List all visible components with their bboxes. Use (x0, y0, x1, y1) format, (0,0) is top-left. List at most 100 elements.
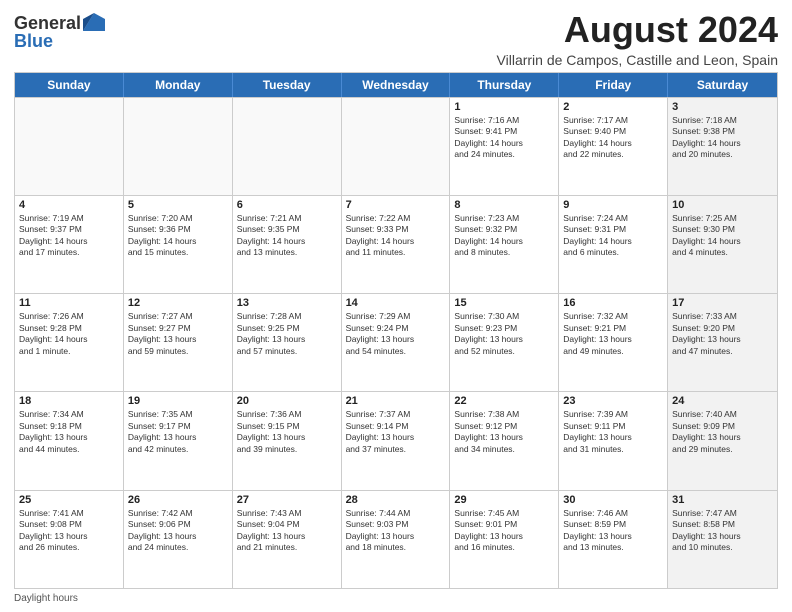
day-number: 24 (672, 395, 773, 407)
cell-info: Sunrise: 7:34 AM Sunset: 9:18 PM Dayligh… (19, 409, 119, 455)
calendar-cell: 29 Sunrise: 7:45 AM Sunset: 9:01 PM Dayli… (450, 491, 559, 588)
calendar-cell: 24 Sunrise: 7:40 AM Sunset: 9:09 PM Dayli… (668, 392, 777, 489)
day-number: 25 (19, 494, 119, 506)
day-number: 28 (346, 494, 446, 506)
calendar-cell: 18 Sunrise: 7:34 AM Sunset: 9:18 PM Dayli… (15, 392, 124, 489)
logo-area: General Blue (14, 10, 105, 52)
cell-info: Sunrise: 7:20 AM Sunset: 9:36 PM Dayligh… (128, 213, 228, 259)
calendar-cell: 23 Sunrise: 7:39 AM Sunset: 9:11 PM Dayli… (559, 392, 668, 489)
day-number: 9 (563, 199, 663, 211)
calendar-cell (342, 98, 451, 195)
header-day-thursday: Thursday (450, 73, 559, 97)
cell-info: Sunrise: 7:41 AM Sunset: 9:08 PM Dayligh… (19, 508, 119, 554)
day-number: 19 (128, 395, 228, 407)
cell-info: Sunrise: 7:35 AM Sunset: 9:17 PM Dayligh… (128, 409, 228, 455)
calendar-cell: 7 Sunrise: 7:22 AM Sunset: 9:33 PM Daylig… (342, 196, 451, 293)
cell-info: Sunrise: 7:18 AM Sunset: 9:38 PM Dayligh… (672, 115, 773, 161)
cell-info: Sunrise: 7:37 AM Sunset: 9:14 PM Dayligh… (346, 409, 446, 455)
day-number: 1 (454, 101, 554, 113)
calendar-cell: 13Sunrise: 7:28 AM Sunset: 9:25 PM Dayli… (233, 294, 342, 391)
calendar-cell (233, 98, 342, 195)
calendar-cell: 31 Sunrise: 7:47 AM Sunset: 8:58 PM Dayli… (668, 491, 777, 588)
day-number: 12 (128, 297, 228, 309)
day-number: 30 (563, 494, 663, 506)
calendar-cell: 4 Sunrise: 7:19 AM Sunset: 9:37 PM Daylig… (15, 196, 124, 293)
day-number: 26 (128, 494, 228, 506)
cell-info: Sunrise: 7:30 AM Sunset: 9:23 PM Dayligh… (454, 311, 554, 357)
day-number: 18 (19, 395, 119, 407)
header-day-monday: Monday (124, 73, 233, 97)
calendar-week-1: 1 Sunrise: 7:16 AM Sunset: 9:41 PM Daylig… (15, 97, 777, 195)
header-day-wednesday: Wednesday (342, 73, 451, 97)
cell-info: Sunrise: 7:19 AM Sunset: 9:37 PM Dayligh… (19, 213, 119, 259)
day-number: 29 (454, 494, 554, 506)
cell-info: Sunrise: 7:22 AM Sunset: 9:33 PM Dayligh… (346, 213, 446, 259)
calendar-cell: 5 Sunrise: 7:20 AM Sunset: 9:36 PM Daylig… (124, 196, 233, 293)
logo-blue-text: Blue (14, 32, 53, 52)
month-title: August 2024 (497, 10, 778, 50)
calendar-cell: 21 Sunrise: 7:37 AM Sunset: 9:14 PM Dayli… (342, 392, 451, 489)
logo-text: General (14, 14, 105, 32)
cell-info: Sunrise: 7:16 AM Sunset: 9:41 PM Dayligh… (454, 115, 554, 161)
cell-info: Sunrise: 7:33 AM Sunset: 9:20 PM Dayligh… (672, 311, 773, 357)
calendar-cell: 12Sunrise: 7:27 AM Sunset: 9:27 PM Dayli… (124, 294, 233, 391)
cell-info: Sunrise: 7:43 AM Sunset: 9:04 PM Dayligh… (237, 508, 337, 554)
cell-info: Sunrise: 7:24 AM Sunset: 9:31 PM Dayligh… (563, 213, 663, 259)
calendar-cell: 11 Sunrise: 7:26 AM Sunset: 9:28 PM Dayli… (15, 294, 124, 391)
calendar-cell: 3 Sunrise: 7:18 AM Sunset: 9:38 PM Daylig… (668, 98, 777, 195)
cell-info: Sunrise: 7:29 AM Sunset: 9:24 PM Dayligh… (346, 311, 446, 357)
day-number: 10 (672, 199, 773, 211)
cell-info: Sunrise: 7:40 AM Sunset: 9:09 PM Dayligh… (672, 409, 773, 455)
cell-info: Sunrise: 7:32 AM Sunset: 9:21 PM Dayligh… (563, 311, 663, 357)
calendar-cell: 6Sunrise: 7:21 AM Sunset: 9:35 PM Daylig… (233, 196, 342, 293)
day-number: 20 (237, 395, 337, 407)
cell-info: Sunrise: 7:26 AM Sunset: 9:28 PM Dayligh… (19, 311, 119, 357)
day-number: 7 (346, 199, 446, 211)
cell-info: Sunrise: 7:42 AM Sunset: 9:06 PM Dayligh… (128, 508, 228, 554)
day-number: 21 (346, 395, 446, 407)
header-day-friday: Friday (559, 73, 668, 97)
cell-info: Sunrise: 7:44 AM Sunset: 9:03 PM Dayligh… (346, 508, 446, 554)
day-number: 22 (454, 395, 554, 407)
day-number: 15 (454, 297, 554, 309)
day-number: 6 (237, 199, 337, 211)
calendar: SundayMondayTuesdayWednesdayThursdayFrid… (14, 72, 778, 589)
header-day-saturday: Saturday (668, 73, 777, 97)
day-number: 16 (563, 297, 663, 309)
calendar-week-2: 4 Sunrise: 7:19 AM Sunset: 9:37 PM Daylig… (15, 195, 777, 293)
calendar-week-4: 18 Sunrise: 7:34 AM Sunset: 9:18 PM Dayli… (15, 391, 777, 489)
calendar-cell: 8Sunrise: 7:23 AM Sunset: 9:32 PM Daylig… (450, 196, 559, 293)
calendar-cell: 27Sunrise: 7:43 AM Sunset: 9:04 PM Dayli… (233, 491, 342, 588)
calendar-cell: 14Sunrise: 7:29 AM Sunset: 9:24 PM Dayli… (342, 294, 451, 391)
cell-info: Sunrise: 7:46 AM Sunset: 8:59 PM Dayligh… (563, 508, 663, 554)
logo-icon (83, 13, 105, 31)
cell-info: Sunrise: 7:23 AM Sunset: 9:32 PM Dayligh… (454, 213, 554, 259)
calendar-week-3: 11 Sunrise: 7:26 AM Sunset: 9:28 PM Dayli… (15, 293, 777, 391)
title-area: August 2024 Villarrin de Campos, Castill… (497, 10, 778, 68)
calendar-body: 1 Sunrise: 7:16 AM Sunset: 9:41 PM Daylig… (15, 97, 777, 588)
calendar-cell: 20Sunrise: 7:36 AM Sunset: 9:15 PM Dayli… (233, 392, 342, 489)
day-number: 4 (19, 199, 119, 211)
day-number: 3 (672, 101, 773, 113)
logo-blue: Blue (14, 31, 53, 51)
cell-info: Sunrise: 7:45 AM Sunset: 9:01 PM Dayligh… (454, 508, 554, 554)
calendar-cell: 25 Sunrise: 7:41 AM Sunset: 9:08 PM Dayli… (15, 491, 124, 588)
calendar-cell: 2 Sunrise: 7:17 AM Sunset: 9:40 PM Daylig… (559, 98, 668, 195)
calendar-cell: 10Sunrise: 7:25 AM Sunset: 9:30 PM Dayli… (668, 196, 777, 293)
logo-general: General (14, 14, 81, 32)
cell-info: Sunrise: 7:39 AM Sunset: 9:11 PM Dayligh… (563, 409, 663, 455)
subtitle: Villarrin de Campos, Castille and Leon, … (497, 52, 778, 68)
calendar-cell: 1 Sunrise: 7:16 AM Sunset: 9:41 PM Daylig… (450, 98, 559, 195)
day-number: 23 (563, 395, 663, 407)
day-number: 5 (128, 199, 228, 211)
day-number: 2 (563, 101, 663, 113)
calendar-week-5: 25 Sunrise: 7:41 AM Sunset: 9:08 PM Dayli… (15, 490, 777, 588)
cell-info: Sunrise: 7:17 AM Sunset: 9:40 PM Dayligh… (563, 115, 663, 161)
cell-info: Sunrise: 7:47 AM Sunset: 8:58 PM Dayligh… (672, 508, 773, 554)
day-number: 17 (672, 297, 773, 309)
day-number: 13 (237, 297, 337, 309)
day-number: 31 (672, 494, 773, 506)
calendar-cell: 16 Sunrise: 7:32 AM Sunset: 9:21 PM Dayli… (559, 294, 668, 391)
day-number: 11 (19, 297, 119, 309)
header-day-tuesday: Tuesday (233, 73, 342, 97)
